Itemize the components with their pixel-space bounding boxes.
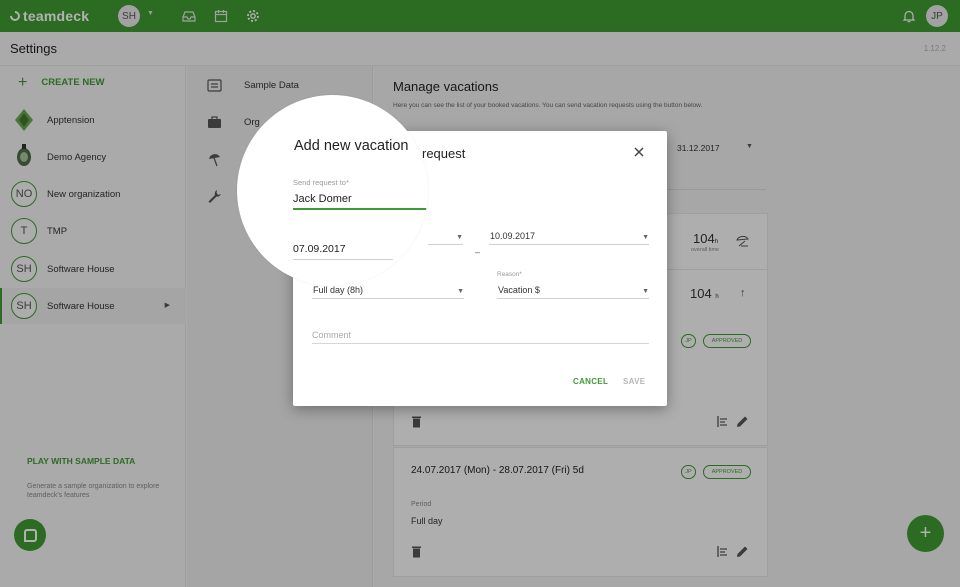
chevron-down-icon: ▼	[642, 234, 649, 241]
magnifier-spotlight: Add new vacation Send request to* Jack D…	[237, 95, 428, 286]
date-from-underline	[293, 259, 393, 260]
reason-value: Vacation $	[498, 285, 540, 295]
date-to-value: 10.09.2017	[490, 231, 536, 241]
chevron-down-icon: ▼	[642, 288, 649, 295]
date-to-field[interactable]: 10.09.2017 ▼	[489, 229, 649, 245]
chevron-down-icon: ▼	[457, 288, 464, 295]
comment-underline	[312, 343, 649, 344]
date-from-field-end[interactable]: ▼	[428, 229, 463, 245]
cancel-button[interactable]: CANCEL	[573, 377, 608, 386]
send-request-to-underline	[293, 208, 428, 210]
reason-text: Vacation	[498, 285, 533, 295]
dialog-title: request	[422, 146, 466, 161]
save-button[interactable]: SAVE	[623, 377, 645, 386]
dollar-icon: $	[534, 285, 540, 295]
chevron-down-icon: ▼	[456, 234, 463, 241]
duration-value: Full day (8h)	[313, 285, 364, 295]
date-from-value[interactable]: 07.09.2017	[293, 243, 346, 255]
comment-input[interactable]: Comment	[312, 330, 351, 340]
reason-select[interactable]: Vacation $ ▼	[497, 283, 649, 299]
magnified-dialog-title: Add new vacation	[294, 138, 409, 154]
date-range-separator: –	[475, 247, 481, 257]
reason-label: Reason*	[497, 271, 522, 278]
close-icon[interactable]	[632, 145, 646, 159]
send-request-to-value[interactable]: Jack Domer	[293, 193, 352, 205]
send-request-to-label: Send request to*	[293, 178, 349, 187]
